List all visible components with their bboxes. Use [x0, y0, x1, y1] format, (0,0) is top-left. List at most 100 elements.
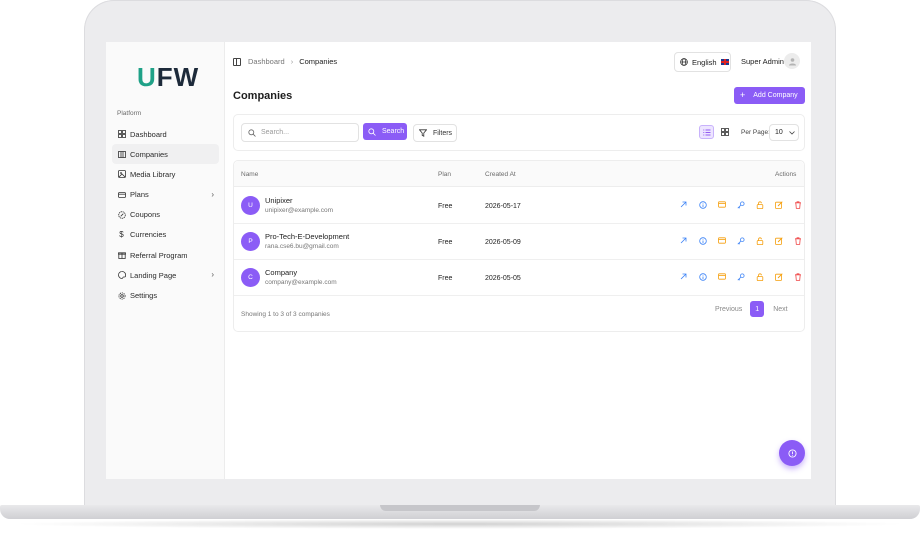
- table-row[interactable]: U Unipixer unipixer@example.com Free 202…: [234, 188, 804, 224]
- key-icon[interactable]: [731, 237, 750, 245]
- next-page-button[interactable]: Next: [773, 306, 787, 313]
- laptop-shadow: [10, 519, 910, 529]
- sidebar-item-coupons[interactable]: Coupons: [112, 205, 219, 225]
- grid-view-toggle[interactable]: [717, 125, 732, 139]
- unlock-icon[interactable]: [750, 201, 769, 209]
- sidebar-item-currencies[interactable]: $ Currencies: [112, 225, 219, 245]
- search-placeholder: Search...: [261, 129, 290, 136]
- language-selector[interactable]: English: [674, 52, 731, 72]
- sidebar-toggle-icon[interactable]: [233, 57, 241, 66]
- user-icon: [788, 57, 796, 65]
- user-avatar[interactable]: [784, 53, 800, 69]
- per-page-select[interactable]: 10: [769, 124, 799, 141]
- company-email: unipixer@example.com: [265, 207, 334, 214]
- gear-icon: [117, 291, 126, 300]
- edit-icon[interactable]: [769, 237, 788, 245]
- table-summary: Showing 1 to 3 of 3 companies: [241, 311, 330, 318]
- palette-icon: [117, 271, 126, 280]
- company-plan: Free: [438, 203, 453, 210]
- sidebar-item-label: Settings: [130, 291, 158, 300]
- pagination: Previous 1 Next: [715, 301, 788, 317]
- add-company-label: Add Company: [753, 92, 798, 99]
- sidebar-item-label: Dashboard: [130, 129, 167, 139]
- help-icon: [787, 448, 797, 458]
- search-input[interactable]: Search...: [241, 123, 359, 142]
- info-icon[interactable]: [693, 273, 712, 281]
- floating-action-button[interactable]: [779, 440, 805, 466]
- search-button[interactable]: Search: [363, 123, 407, 140]
- company-avatar: P: [241, 232, 260, 251]
- edit-icon[interactable]: [769, 201, 788, 209]
- billing-card-icon[interactable]: [712, 237, 731, 245]
- grid-icon: [720, 128, 729, 136]
- company-email: rana.cse6.bu@gmail.com: [265, 243, 339, 250]
- column-header-created[interactable]: Created At: [485, 171, 516, 178]
- company-name: Unipixer: [265, 196, 293, 205]
- breadcrumb-item-dashboard[interactable]: Dashboard: [248, 57, 285, 66]
- column-header-plan[interactable]: Plan: [438, 171, 451, 178]
- delete-icon[interactable]: [788, 273, 807, 281]
- filters-button[interactable]: Filters: [413, 124, 457, 142]
- sidebar-item-landing-page[interactable]: Landing Page ›: [112, 265, 219, 285]
- sidebar-item-dashboard[interactable]: Dashboard: [112, 124, 219, 144]
- row-actions: [674, 201, 807, 209]
- sidebar-item-label: Coupons: [130, 210, 161, 220]
- open-link-icon[interactable]: [674, 201, 693, 209]
- laptop-notch: [380, 505, 540, 511]
- previous-page-button[interactable]: Previous: [715, 306, 742, 313]
- top-bar: Dashboard › Companies English Super Admi…: [225, 42, 811, 82]
- per-page-value: 10: [775, 129, 783, 136]
- search-icon: [248, 128, 256, 137]
- company-name: Pro-Tech-E-Development: [265, 232, 350, 241]
- edit-icon[interactable]: [769, 273, 788, 281]
- sidebar-item-label: Referral Program: [130, 250, 188, 260]
- per-page-label: Per Page:: [741, 129, 770, 136]
- sidebar-item-companies[interactable]: Companies: [112, 144, 219, 165]
- companies-table: Name Plan Created At Actions U Unipixer …: [233, 160, 805, 332]
- sidebar-section-label: Platform: [117, 110, 142, 117]
- company-created-at: 2026-05-05: [485, 275, 521, 282]
- company-avatar: U: [241, 196, 260, 215]
- sidebar-item-referral-program[interactable]: Referral Program: [112, 245, 219, 265]
- unlock-icon[interactable]: [750, 237, 769, 245]
- delete-icon[interactable]: [788, 237, 807, 245]
- breadcrumb: Dashboard › Companies: [233, 57, 337, 66]
- company-plan: Free: [438, 239, 453, 246]
- sidebar-item-settings[interactable]: Settings: [112, 286, 219, 306]
- list-view-toggle[interactable]: [699, 125, 714, 139]
- page-button-current[interactable]: 1: [750, 301, 765, 317]
- chevron-right-icon: ›: [290, 57, 294, 66]
- open-link-icon[interactable]: [674, 237, 693, 245]
- company-email: company@example.com: [265, 279, 337, 286]
- sidebar-item-plans[interactable]: Plans ›: [112, 185, 219, 205]
- info-icon[interactable]: [693, 237, 712, 245]
- search-button-label: Search: [382, 128, 405, 135]
- column-header-actions: Actions: [775, 171, 797, 178]
- dollar-icon: $: [119, 230, 124, 240]
- add-company-button[interactable]: + Add Company: [734, 87, 805, 104]
- chevron-right-icon: ›: [211, 189, 214, 199]
- sidebar-item-label: Plans: [130, 190, 149, 200]
- toolbar: Search... Search Filters Per Page: 10: [233, 114, 805, 151]
- chevron-down-icon: [789, 130, 795, 135]
- key-icon[interactable]: [731, 273, 750, 281]
- globe-icon: [680, 58, 688, 66]
- info-icon[interactable]: [693, 201, 712, 209]
- billing-card-icon[interactable]: [712, 273, 731, 281]
- row-actions: [674, 273, 807, 281]
- key-icon[interactable]: [731, 201, 750, 209]
- badge-icon: [117, 210, 126, 219]
- table-row[interactable]: P Pro-Tech-E-Development rana.cse6.bu@gm…: [234, 224, 804, 260]
- delete-icon[interactable]: [788, 201, 807, 209]
- column-header-name[interactable]: Name: [241, 171, 258, 178]
- uk-flag-icon: [720, 59, 729, 65]
- billing-card-icon[interactable]: [712, 201, 731, 209]
- unlock-icon[interactable]: [750, 273, 769, 281]
- user-name[interactable]: Super Admin: [741, 57, 784, 66]
- app-logo[interactable]: UFW: [137, 62, 199, 93]
- row-actions: [674, 237, 807, 245]
- sidebar-item-label: Landing Page: [130, 270, 177, 280]
- table-row[interactable]: C Company company@example.com Free 2026-…: [234, 260, 804, 296]
- open-link-icon[interactable]: [674, 273, 693, 281]
- sidebar-item-media-library[interactable]: Media Library: [112, 164, 219, 184]
